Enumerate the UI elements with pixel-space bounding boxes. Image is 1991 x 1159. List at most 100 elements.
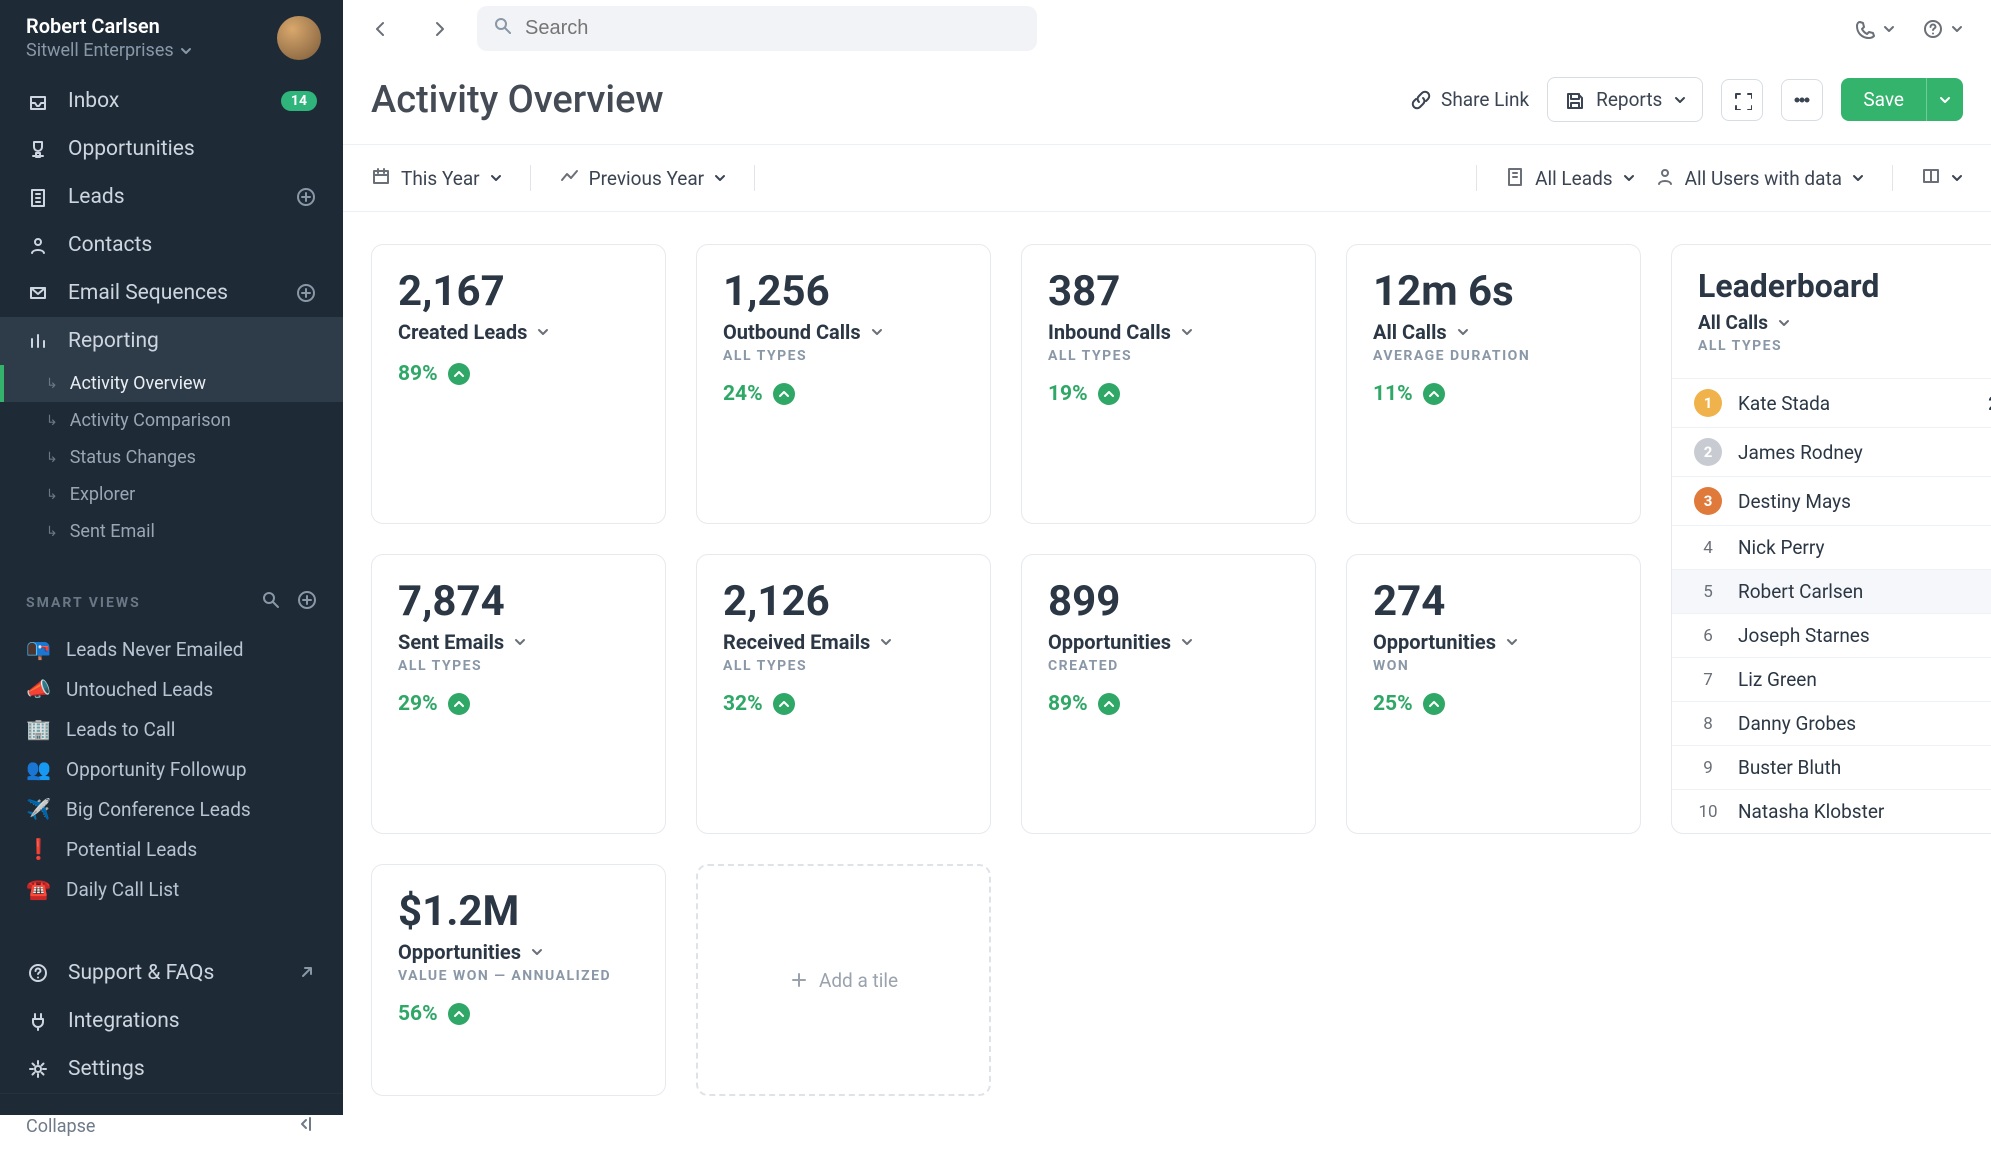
collapse-button[interactable]: Collapse bbox=[0, 1093, 343, 1159]
smart-view-item[interactable]: 👥Opportunity Followup bbox=[0, 749, 343, 789]
search-input[interactable] bbox=[525, 17, 1021, 40]
tile-category: Sent Emails bbox=[398, 630, 504, 654]
caret-down-icon bbox=[1181, 326, 1193, 338]
nav-back-button[interactable] bbox=[361, 9, 401, 49]
metric-tile[interactable]: 2,126 Received Emails ALL TYPES 32% bbox=[696, 554, 991, 834]
content: 2,167 Created Leads 89% 1,256 Outbound C… bbox=[343, 212, 1991, 1115]
filter-all-users[interactable]: All Users with data bbox=[1655, 166, 1864, 191]
lb-name: Destiny Mays bbox=[1738, 490, 1959, 513]
share-link-button[interactable]: Share Link bbox=[1411, 88, 1529, 111]
org-selector[interactable]: Sitwell Enterprises bbox=[26, 40, 192, 61]
leaderboard-row[interactable]: 2 James Rodney 56 – bbox=[1672, 427, 1991, 476]
leaderboard-row[interactable]: 9 Buster Bluth 1 ▲ bbox=[1672, 745, 1991, 789]
metric-tile[interactable]: 899 Opportunities CREATED 89% bbox=[1021, 554, 1316, 834]
subnav-status-changes[interactable]: ↳ Status Changes bbox=[0, 439, 343, 476]
smart-view-item[interactable]: 📭Leads Never Emailed bbox=[0, 629, 343, 669]
plus-icon bbox=[789, 970, 809, 990]
caret-down-icon bbox=[531, 946, 543, 958]
leaderboard-row[interactable]: 3 Destiny Mays 56 ▲ bbox=[1672, 476, 1991, 525]
leaderboard-row[interactable]: 10 Natasha Klobster 0 – bbox=[1672, 789, 1991, 833]
phone-dropdown[interactable] bbox=[1855, 19, 1895, 39]
nav-email-sequences[interactable]: Email Sequences bbox=[0, 269, 343, 317]
up-arrow-icon bbox=[1423, 383, 1445, 405]
tile-grid: 2,167 Created Leads 89% 1,256 Outbound C… bbox=[371, 244, 1963, 1096]
trophy-icon bbox=[26, 137, 50, 161]
filter-all-users-label: All Users with data bbox=[1685, 167, 1842, 190]
add-lead-button[interactable] bbox=[295, 186, 317, 208]
nav-integrations[interactable]: Integrations bbox=[0, 997, 343, 1045]
add-sequence-button[interactable] bbox=[295, 282, 317, 304]
leaderboard-row[interactable]: 4 Nick Perry 40 ▲ bbox=[1672, 525, 1991, 569]
smart-view-item[interactable]: 📣Untouched Leads bbox=[0, 669, 343, 709]
metric-tile[interactable]: 274 Opportunities WON 25% bbox=[1346, 554, 1641, 834]
leaderboard-row[interactable]: 1 Kate Stada 270 ▲ bbox=[1672, 378, 1991, 427]
smart-view-item[interactable]: ☎️Daily Call List bbox=[0, 869, 343, 909]
smart-view-item[interactable]: 🏢Leads to Call bbox=[0, 709, 343, 749]
layout-toggle[interactable] bbox=[1921, 166, 1963, 191]
caret-down-icon bbox=[180, 45, 192, 57]
layout-icon bbox=[1921, 166, 1941, 191]
nav-settings[interactable]: Settings bbox=[0, 1045, 343, 1093]
metric-tile[interactable]: $1.2M Opportunities VALUE WON — ANNUALIZ… bbox=[371, 864, 666, 1096]
subnav-sent-email[interactable]: ↳ Sent Email bbox=[0, 513, 343, 550]
caret-down-icon bbox=[1778, 317, 1790, 329]
metric-tile[interactable]: 1,256 Outbound Calls ALL TYPES 24% bbox=[696, 244, 991, 524]
subnav-activity-comparison[interactable]: ↳ Activity Comparison bbox=[0, 402, 343, 439]
smart-view-item[interactable]: ❗Potential Leads bbox=[0, 829, 343, 869]
filter-all-leads[interactable]: All Leads bbox=[1505, 166, 1635, 191]
user-name: Robert Carlsen bbox=[26, 14, 192, 38]
nav-opportunities[interactable]: Opportunities bbox=[0, 125, 343, 173]
filter-this-year[interactable]: This Year bbox=[371, 166, 502, 191]
leaderboard-row[interactable]: 8 Danny Grobes 3 ▼ bbox=[1672, 701, 1991, 745]
trend-icon bbox=[559, 166, 579, 191]
user-block[interactable]: Robert Carlsen Sitwell Enterprises bbox=[0, 0, 343, 77]
smart-search-button[interactable] bbox=[261, 590, 281, 615]
save-icon bbox=[1564, 90, 1584, 110]
tile-delta: 19% bbox=[1048, 382, 1088, 406]
caret-down-icon bbox=[871, 326, 883, 338]
nav-forward-button[interactable] bbox=[419, 9, 459, 49]
leaderboard-row[interactable]: 7 Liz Green 3 ▲ bbox=[1672, 657, 1991, 701]
expand-button[interactable] bbox=[1721, 79, 1763, 121]
filter-previous-year[interactable]: Previous Year bbox=[559, 166, 727, 191]
subnav-explorer[interactable]: ↳ Explorer bbox=[0, 476, 343, 513]
smart-emoji: 👥 bbox=[26, 757, 50, 781]
tile-value: 899 bbox=[1048, 577, 1289, 626]
subnav-activity-overview[interactable]: ↳ Activity Overview bbox=[0, 365, 343, 402]
tile-category: Opportunities bbox=[1373, 630, 1496, 654]
nav-leads[interactable]: Leads bbox=[0, 173, 343, 221]
smart-view-item[interactable]: ✈️Big Conference Leads bbox=[0, 789, 343, 829]
metric-tile[interactable]: 12m 6s All Calls AVERAGE DURATION 11% bbox=[1346, 244, 1641, 524]
avatar[interactable] bbox=[277, 16, 321, 60]
nav-support[interactable]: Support & FAQs bbox=[0, 949, 343, 997]
nav-settings-label: Settings bbox=[68, 1057, 145, 1081]
tile-value: 1,256 bbox=[723, 267, 964, 316]
reports-dropdown[interactable]: Reports bbox=[1547, 77, 1703, 122]
rank-number: 10 bbox=[1694, 802, 1722, 822]
lb-score: 1 bbox=[1975, 756, 1991, 779]
contact-icon bbox=[26, 233, 50, 257]
nav-leads-label: Leads bbox=[68, 185, 125, 209]
search-box[interactable] bbox=[477, 6, 1037, 51]
metric-tile[interactable]: 2,167 Created Leads 89% bbox=[371, 244, 666, 524]
help-dropdown[interactable] bbox=[1923, 19, 1963, 39]
leaderboard-cat-selector[interactable]: All Calls bbox=[1698, 311, 1991, 334]
nav-inbox[interactable]: Inbox 14 bbox=[0, 77, 343, 125]
metric-tile[interactable]: 387 Inbound Calls ALL TYPES 19% bbox=[1021, 244, 1316, 524]
smart-views-title: SMART VIEWS bbox=[26, 595, 141, 611]
phone-icon bbox=[1855, 19, 1875, 39]
leaderboard-row[interactable]: 5 Robert Carlsen 24 ▼ bbox=[1672, 569, 1991, 613]
subnav-explorer-label: Explorer bbox=[70, 484, 136, 505]
metric-tile[interactable]: 7,874 Sent Emails ALL TYPES 29% bbox=[371, 554, 666, 834]
add-tile-button[interactable]: Add a tile bbox=[696, 864, 991, 1096]
leaderboard-row[interactable]: 6 Joseph Starnes 4 ▲ bbox=[1672, 613, 1991, 657]
nav-contacts[interactable]: Contacts bbox=[0, 221, 343, 269]
smart-add-button[interactable] bbox=[297, 590, 317, 615]
save-button[interactable]: Save bbox=[1841, 78, 1963, 121]
nav-reporting[interactable]: Reporting bbox=[0, 317, 343, 365]
rank-number: 8 bbox=[1694, 714, 1722, 734]
more-button[interactable] bbox=[1781, 79, 1823, 121]
filter-previous-year-label: Previous Year bbox=[589, 167, 705, 190]
save-dropdown[interactable] bbox=[1926, 78, 1963, 121]
subarrow-icon: ↳ bbox=[46, 487, 58, 503]
